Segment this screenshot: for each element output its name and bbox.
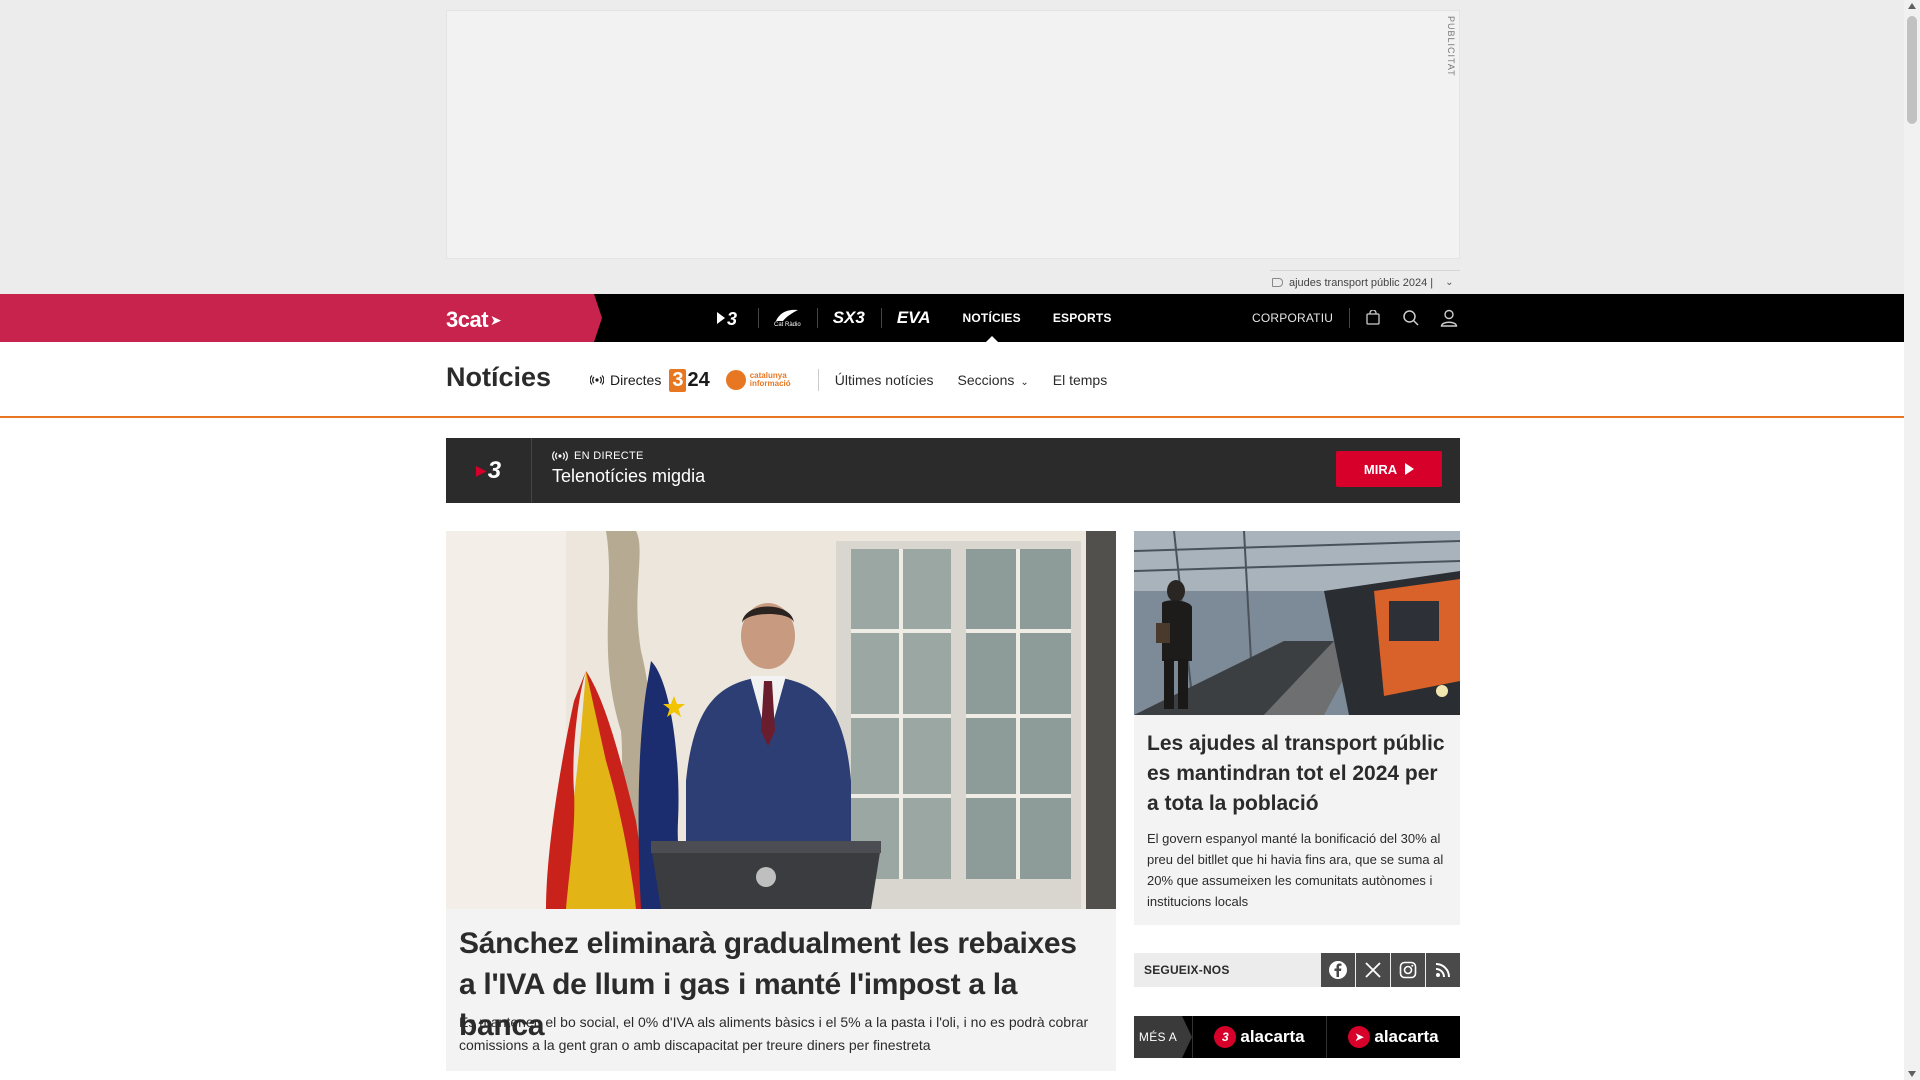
svg-text:3: 3 xyxy=(727,309,737,328)
corporatiu-link[interactable]: CORPORATIU xyxy=(1252,308,1351,328)
side-article[interactable]: Les ajudes al transport públic es mantin… xyxy=(1134,531,1460,925)
tv3-alacarta-link[interactable]: 3 alacarta xyxy=(1192,1016,1326,1058)
catradio-alacarta-label: alacarta xyxy=(1374,1027,1439,1046)
catradio-logo-icon: ➤ xyxy=(1348,1026,1371,1048)
ci-label: catalunya informació xyxy=(749,371,791,388)
scroll-down-icon[interactable] xyxy=(1908,1071,1916,1077)
scrollbar[interactable] xyxy=(1904,0,1920,1080)
ad-label: PUBLICITAT xyxy=(1446,16,1456,77)
instagram-icon[interactable] xyxy=(1391,953,1425,987)
side-article-photo[interactable] xyxy=(1134,531,1460,715)
sx3-logo: SX3 xyxy=(832,308,865,327)
watch-button[interactable]: MIRA xyxy=(1336,451,1442,487)
seccions-label: Seccions xyxy=(957,372,1015,388)
nav-esports[interactable]: ESPORTS xyxy=(1037,294,1128,342)
tv3-logo-icon: 3 xyxy=(1214,1026,1237,1048)
catradio-alacarta-link[interactable]: ➤ alacarta xyxy=(1326,1016,1460,1058)
chevron-down-icon: ⌄ xyxy=(1445,277,1454,288)
topic-tag[interactable]: ajudes transport públic 2024 | ⌄ xyxy=(1270,270,1460,294)
train-platform-image xyxy=(1134,531,1460,715)
brand-logo[interactable]: 3cat ➤ xyxy=(446,307,502,333)
catradio-label: Cat Ràdio xyxy=(774,322,801,328)
side-article-summary: El govern espanyol manté la bonificació … xyxy=(1147,831,1444,909)
scroll-up-icon[interactable] xyxy=(1908,3,1916,9)
main-article-summary: Es mantenen el bo social, el 0% d'IVA al… xyxy=(459,1014,1089,1053)
facebook-icon[interactable] xyxy=(1321,953,1355,987)
catradio-logo-icon xyxy=(776,309,799,321)
live-bar[interactable]: ▶ 3 EN DIRECTE Telenotícies migdia MIRA xyxy=(446,438,1460,503)
page-title[interactable]: Notícies xyxy=(446,362,551,393)
nav-noticies-label: NOTÍCIES xyxy=(962,311,1021,325)
brand-arrows-icon: ➤ xyxy=(490,311,502,328)
rss-icon[interactable] xyxy=(1426,953,1460,987)
right-tools: CORPORATIU xyxy=(1252,294,1468,342)
el-temps-link[interactable]: El temps xyxy=(1053,372,1107,388)
tv3-alacarta-label: alacarta xyxy=(1240,1027,1305,1046)
324-three-mark: 3 xyxy=(669,368,687,392)
324-rest: 24 xyxy=(687,368,710,391)
ad-banner[interactable] xyxy=(446,10,1460,259)
follow-us-label: SEGUEIX-NOS xyxy=(1144,963,1230,977)
live-tag: EN DIRECTE xyxy=(552,450,705,462)
live-channel-number: 3 xyxy=(487,456,502,484)
x-icon[interactable] xyxy=(1356,953,1390,987)
directes-link[interactable]: Directes xyxy=(590,372,661,388)
nav-noticies[interactable]: NOTÍCIES xyxy=(947,294,1037,342)
live-program-title: Telenotícies migdia xyxy=(552,466,706,486)
nav-esports-label: ESPORTS xyxy=(1052,311,1112,325)
brand-logo-text: 3cat xyxy=(446,307,489,332)
user-icon[interactable] xyxy=(1430,294,1468,342)
scrollbar-thumb[interactable] xyxy=(1907,16,1917,124)
search-icon[interactable] xyxy=(1392,294,1430,342)
channel-324-logo[interactable]: 3 24 xyxy=(669,368,710,392)
cart-icon[interactable] xyxy=(1354,294,1392,342)
tv3-arrow-icon: ▶ xyxy=(475,462,487,478)
more-at-label: MÉS A xyxy=(1134,1016,1192,1058)
eva-logo: EVA xyxy=(896,308,931,327)
more-at: MÉS A 3 alacarta ➤ alacarta xyxy=(1134,1016,1460,1058)
page: PUBLICITAT ajudes transport públic 2024 … xyxy=(0,0,1904,1080)
brand-bar xyxy=(0,294,602,342)
channel-eva[interactable]: EVA xyxy=(880,294,947,342)
live-text: EN DIRECTE Telenotícies migdia xyxy=(552,450,705,487)
top-nav: 3cat ➤ 3 Cat Ràdio SX3 EVA NOTÍCIES ESPO… xyxy=(0,294,1904,342)
tag-icon xyxy=(1272,278,1283,287)
broadcast-icon xyxy=(590,375,604,385)
channel-tv3[interactable]: 3 xyxy=(700,294,758,342)
channel-list: 3 Cat Ràdio SX3 EVA NOTÍCIES ESPORTS xyxy=(700,294,1128,342)
catalunya-informacio-logo[interactable]: catalunya informació xyxy=(725,370,802,390)
follow-us: SEGUEIX-NOS xyxy=(1134,953,1460,987)
ultimes-noticies-link[interactable]: Últimes notícies xyxy=(835,372,934,388)
broadcast-icon xyxy=(552,451,568,461)
section-header: Notícies Directes 3 24 catalunya informac… xyxy=(0,342,1904,418)
side-article-headline[interactable]: Les ajudes al transport públic es mantin… xyxy=(1147,729,1447,819)
directes-label: Directes xyxy=(610,372,662,388)
ci-disc-icon xyxy=(725,370,746,390)
topic-tag-label: ajudes transport públic 2024 | xyxy=(1289,276,1434,289)
seccions-dropdown[interactable]: Seccions ⌄ xyxy=(958,372,1029,388)
tv3-logo-icon: 3 xyxy=(717,309,737,328)
watch-button-label: MIRA xyxy=(1363,461,1398,477)
play-icon xyxy=(1405,463,1415,475)
channel-catradio[interactable]: Cat Ràdio xyxy=(758,294,817,342)
main-article[interactable]: Sánchez eliminarà gradualment les rebaix… xyxy=(446,531,1116,1071)
live-tag-label: EN DIRECTE xyxy=(574,450,644,462)
section-nav: Directes 3 24 catalunya informació Últime… xyxy=(590,366,1131,394)
live-channel-logo: ▶ 3 xyxy=(446,438,532,503)
main-article-photo[interactable] xyxy=(446,531,1116,909)
chevron-down-icon: ⌄ xyxy=(1020,377,1029,388)
divider xyxy=(817,369,819,391)
press-conference-image xyxy=(446,531,1116,909)
ad-zone: PUBLICITAT ajudes transport públic 2024 … xyxy=(0,0,1904,294)
channel-sx3[interactable]: SX3 xyxy=(816,294,881,342)
